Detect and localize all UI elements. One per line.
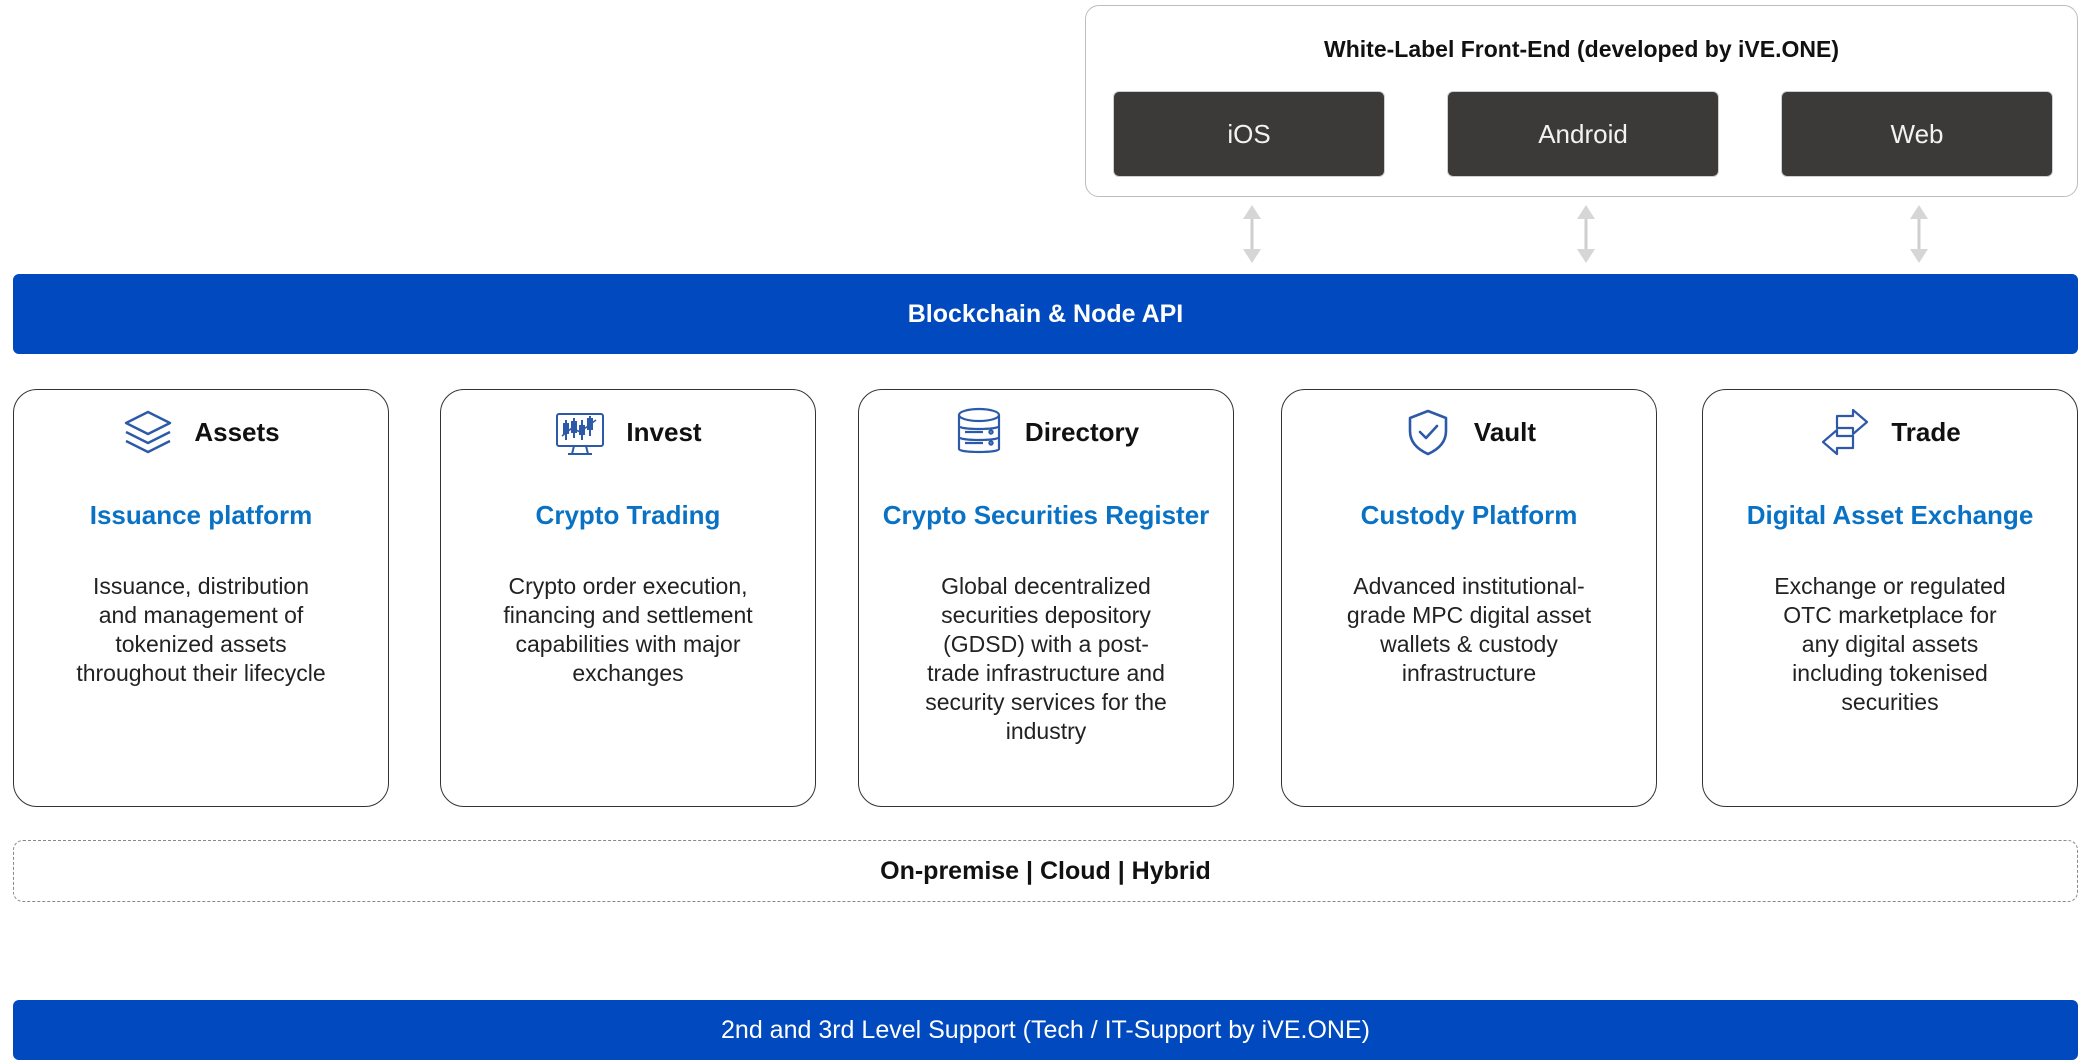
- bidirectional-arrow-icon: [1243, 205, 1261, 263]
- bidirectional-arrow-icon: [1577, 205, 1595, 263]
- module-card-invest[interactable]: Invest Crypto Trading Crypto order execu…: [440, 389, 816, 807]
- blockchain-node-api-bar: Blockchain & Node API: [13, 274, 2078, 354]
- module-card-trade[interactable]: Trade Digital Asset Exchange Exchange or…: [1702, 389, 2078, 807]
- module-description: Crypto order execution, financing and se…: [503, 573, 753, 686]
- module-subtitle: Custody Platform: [1360, 500, 1578, 530]
- module-subtitle: Issuance platform: [89, 500, 313, 530]
- module-name: Vault: [1473, 416, 1537, 447]
- module-description: Global decentralized securities deposito…: [925, 573, 1167, 744]
- deployment-options-box: On-premise | Cloud | Hybrid: [13, 840, 2078, 902]
- module-description: Advanced institutional-grade MPC digital…: [1346, 573, 1592, 686]
- support-level-bar: 2nd and 3rd Level Support (Tech / IT-Sup…: [13, 1000, 2078, 1060]
- module-subtitle: Digital Asset Exchange: [1746, 500, 2034, 530]
- shield-check-icon: [1408, 409, 1448, 456]
- module-name: Assets: [194, 416, 280, 447]
- module-name: Trade: [1891, 416, 1961, 447]
- trading-monitor-icon: [556, 413, 605, 455]
- module-card-vault[interactable]: Vault Custody Platform Advanced institut…: [1281, 389, 1657, 807]
- platform-ios-button[interactable]: iOS: [1113, 91, 1385, 177]
- module-subtitle: Crypto Trading: [535, 500, 721, 530]
- module-name: Directory: [1024, 416, 1140, 447]
- white-label-frontend-panel: White-Label Front-End (developed by iVE.…: [1085, 5, 2078, 197]
- database-icon: [957, 407, 1001, 454]
- module-card-directory[interactable]: Directory Crypto Securities Register Glo…: [858, 389, 1234, 807]
- module-description: Exchange or regulated OTC marketplace fo…: [1774, 573, 2006, 715]
- layers-icon: [125, 410, 172, 454]
- module-name: Invest: [626, 416, 702, 447]
- module-subtitle: Crypto Securities Register: [882, 500, 1210, 530]
- exchange-arrows-icon: [1822, 408, 1869, 456]
- frontend-title: White-Label Front-End (developed by iVE.…: [1324, 36, 1839, 62]
- module-card-assets[interactable]: Assets Issuance platform Issuance, distr…: [13, 389, 389, 807]
- module-description: Issuance, distribution and management of…: [76, 573, 326, 686]
- bidirectional-arrow-icon: [1910, 205, 1928, 263]
- platform-web-button[interactable]: Web: [1781, 91, 2053, 177]
- platform-android-button[interactable]: Android: [1447, 91, 1719, 177]
